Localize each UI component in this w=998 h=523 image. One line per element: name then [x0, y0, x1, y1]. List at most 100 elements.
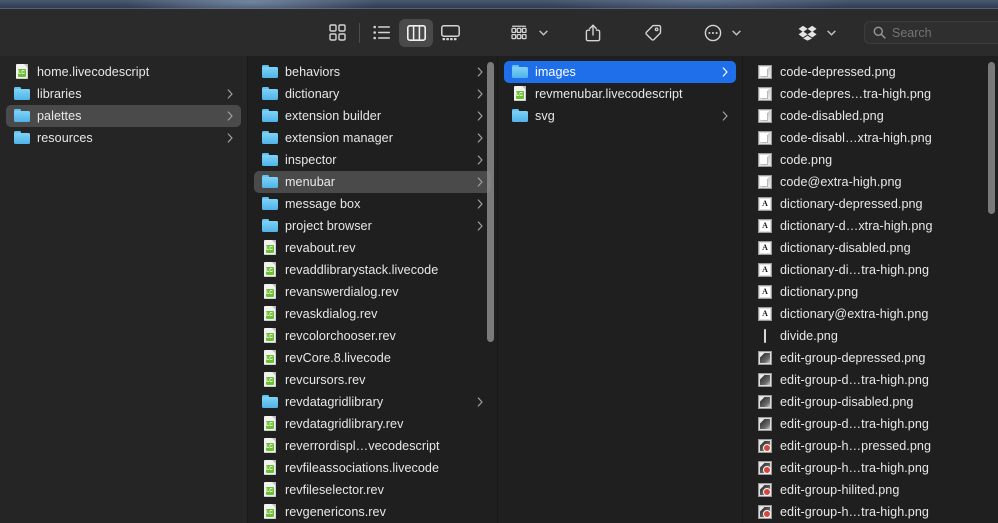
disclosure-chevron-right-icon[interactable]: [475, 61, 485, 83]
file-row[interactable]: code@extra-high.png: [749, 171, 992, 193]
file-row[interactable]: LC revabout.rev: [254, 237, 491, 259]
tags-button[interactable]: [636, 19, 670, 47]
file-row[interactable]: code-disabled.png: [749, 105, 992, 127]
disclosure-chevron-right-icon[interactable]: [475, 391, 485, 413]
disclosure-chevron-right-icon[interactable]: [475, 105, 485, 127]
file-row[interactable]: edit-group-disabled.png: [749, 391, 992, 413]
file-name: dictionary.png: [780, 285, 859, 299]
list-view-button[interactable]: [365, 19, 399, 47]
livecode-document-icon: LC: [262, 504, 278, 520]
disclosure-chevron-right-icon[interactable]: [475, 215, 485, 237]
file-row[interactable]: libraries: [6, 83, 241, 105]
file-row[interactable]: code-depressed.png: [749, 61, 992, 83]
file-row[interactable]: edit-group-h…tra-high.png: [749, 457, 992, 479]
file-row[interactable]: LC revaddlibrarystack.livecode: [254, 259, 491, 281]
file-name: revmenubar.livecodescript: [535, 87, 683, 101]
file-row[interactable]: project browser: [254, 215, 491, 237]
file-name: revcolorchooser.rev: [285, 329, 396, 343]
file-row[interactable]: edit-group-d…tra-high.png: [749, 369, 992, 391]
file-row[interactable]: code-disabl…xtra-high.png: [749, 127, 992, 149]
folder-icon: [262, 394, 278, 410]
file-row[interactable]: menubar: [254, 171, 491, 193]
group-by-chevron-down-icon[interactable]: [537, 19, 550, 47]
disclosure-chevron-right-icon[interactable]: [475, 193, 485, 215]
livecode-document-icon: LC: [262, 240, 278, 256]
disclosure-chevron-right-icon[interactable]: [475, 83, 485, 105]
file-row[interactable]: LC revmenubar.livecodescript: [504, 83, 736, 105]
file-row[interactable]: LC revfileassociations.livecode: [254, 457, 491, 479]
file-row[interactable]: dictionary-di…tra-high.png: [749, 259, 992, 281]
column-view-button[interactable]: [399, 18, 433, 47]
disclosure-chevron-right-icon[interactable]: [720, 105, 730, 127]
search-field[interactable]: [864, 21, 998, 44]
livecode-document-icon: LC: [262, 262, 278, 278]
column-1: LC home.livecodescript libraries palettes re…: [0, 56, 248, 523]
icon-view-button[interactable]: [320, 19, 354, 47]
file-row[interactable]: LC revaskdialog.rev: [254, 303, 491, 325]
disclosure-chevron-right-icon[interactable]: [475, 149, 485, 171]
folder-icon: [262, 152, 278, 168]
disclosure-chevron-right-icon[interactable]: [225, 105, 235, 127]
file-row[interactable]: message box: [254, 193, 491, 215]
file-row[interactable]: edit-group-d…tra-high.png: [749, 413, 992, 435]
file-row[interactable]: edit-group-depressed.png: [749, 347, 992, 369]
disclosure-chevron-right-icon[interactable]: [475, 127, 485, 149]
file-row[interactable]: resources: [6, 127, 241, 149]
gallery-view-button[interactable]: [433, 19, 467, 47]
file-row[interactable]: dictionary@extra-high.png: [749, 303, 992, 325]
file-name: home.livecodescript: [37, 65, 150, 79]
file-row[interactable]: svg: [504, 105, 736, 127]
file-row[interactable]: edit-group-hilited.png: [749, 479, 992, 501]
file-row[interactable]: extension builder: [254, 105, 491, 127]
file-name: dictionary-disabled.png: [780, 241, 911, 255]
file-row[interactable]: LC revdatagridlibrary.rev: [254, 413, 491, 435]
disclosure-chevron-right-icon[interactable]: [225, 83, 235, 105]
disclosure-chevron-right-icon[interactable]: [475, 171, 485, 193]
file-row[interactable]: LC revgenericons.rev: [254, 501, 491, 523]
file-row[interactable]: LC revcursors.rev: [254, 369, 491, 391]
vertical-scrollbar[interactable]: [988, 62, 995, 214]
file-row[interactable]: divide.png: [749, 325, 992, 347]
file-row[interactable]: dictionary-d…xtra-high.png: [749, 215, 992, 237]
file-row[interactable]: behaviors: [254, 61, 491, 83]
png-editgroup-hilited-icon: [757, 460, 773, 476]
png-code-icon: [757, 130, 773, 146]
file-row[interactable]: code-depres…tra-high.png: [749, 83, 992, 105]
file-name: dictionary@extra-high.png: [780, 307, 929, 321]
file-row[interactable]: LC revfileselector.rev: [254, 479, 491, 501]
file-row[interactable]: LC revCore.8.livecode: [254, 347, 491, 369]
file-row[interactable]: dictionary-depressed.png: [749, 193, 992, 215]
file-row[interactable]: LC reverrordispl…vecodescript: [254, 435, 491, 457]
png-editgroup-icon: [757, 394, 773, 410]
group-icon: [511, 25, 527, 39]
share-button[interactable]: [576, 19, 610, 47]
more-actions-button[interactable]: [696, 19, 730, 47]
png-code-icon: [757, 152, 773, 168]
file-row[interactable]: palettes: [6, 105, 241, 127]
file-row[interactable]: revdatagridlibrary: [254, 391, 491, 413]
file-row[interactable]: extension manager: [254, 127, 491, 149]
file-row[interactable]: edit-group-h…pressed.png: [749, 435, 992, 457]
file-row[interactable]: images: [504, 61, 736, 83]
disclosure-chevron-right-icon[interactable]: [225, 127, 235, 149]
file-row[interactable]: LC home.livecodescript: [6, 61, 241, 83]
vertical-scrollbar[interactable]: [487, 62, 494, 342]
file-name: revCore.8.livecode: [285, 351, 391, 365]
more-actions-chevron-down-icon[interactable]: [730, 19, 743, 47]
disclosure-chevron-right-icon[interactable]: [720, 61, 730, 83]
file-row[interactable]: dictionary-disabled.png: [749, 237, 992, 259]
dropbox-chevron-down-icon[interactable]: [825, 19, 838, 47]
file-row[interactable]: dictionary: [254, 83, 491, 105]
file-row[interactable]: LC revanswerdialog.rev: [254, 281, 491, 303]
file-row[interactable]: code.png: [749, 149, 992, 171]
file-row[interactable]: edit-group-h…tra-high.png: [749, 501, 992, 523]
file-name: libraries: [37, 87, 82, 101]
dropbox-button[interactable]: [791, 19, 825, 47]
file-row[interactable]: LC revcolorchooser.rev: [254, 325, 491, 347]
png-dictionary-icon: [757, 240, 773, 256]
file-name: images: [535, 65, 576, 79]
group-by-button[interactable]: [503, 19, 537, 47]
search-input[interactable]: [892, 25, 998, 40]
file-row[interactable]: inspector: [254, 149, 491, 171]
file-row[interactable]: dictionary.png: [749, 281, 992, 303]
